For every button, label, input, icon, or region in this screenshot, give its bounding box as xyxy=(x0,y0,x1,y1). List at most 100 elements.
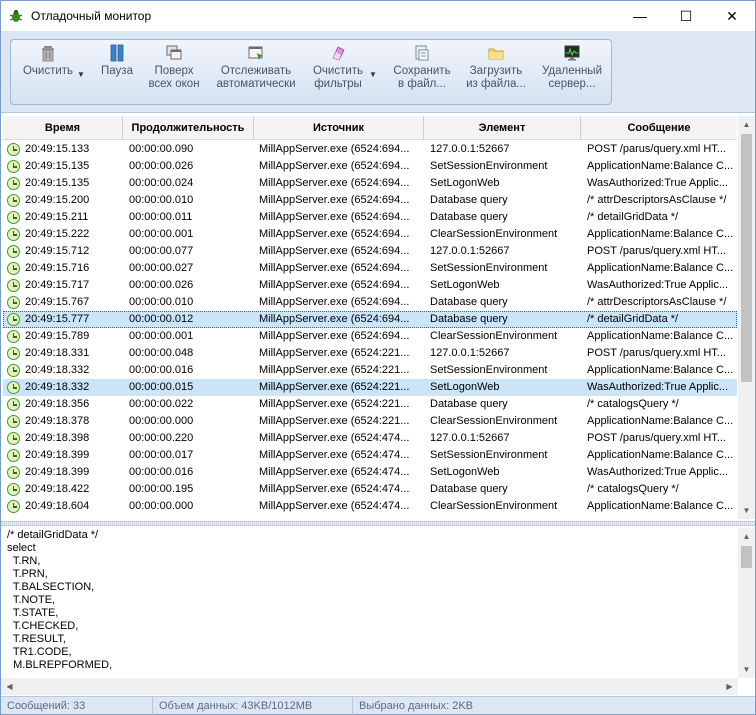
cell-element: 127.0.0.1:52667 xyxy=(430,143,510,155)
table-row[interactable]: 20:49:15.716 00:00:00.027 MillAppServer.ex… xyxy=(3,260,737,277)
detail-horizontal-scrollbar[interactable]: ◀ ▶ xyxy=(1,678,738,695)
scroll-up-arrow-icon[interactable]: ▲ xyxy=(738,116,755,133)
remote-server-button[interactable]: Удаленный сервер... xyxy=(537,44,607,100)
table-row[interactable]: 20:49:15.133 00:00:00.090 MillAppServer.ex… xyxy=(3,141,737,158)
cell-time: 20:49:15.211 xyxy=(25,211,89,223)
table-row[interactable]: 20:49:15.135 00:00:00.024 MillAppServer.ex… xyxy=(3,175,737,192)
message-detail-text[interactable]: /* detailGridData */ select T.RN, T.PRN,… xyxy=(7,529,733,677)
cell-element: SetLogonWeb xyxy=(430,177,500,189)
grid-scroll-thumb[interactable] xyxy=(741,134,752,382)
cell-duration: 00:00:00.012 xyxy=(129,313,194,325)
cell-message: ApplicationName:Balance C... xyxy=(587,500,734,512)
cell-duration: 00:00:00.026 xyxy=(129,279,194,291)
cell-time: 20:49:18.332 xyxy=(25,364,90,376)
grid-header: Время Продолжительность Источник Элемент… xyxy=(3,116,737,140)
trash-icon xyxy=(42,46,54,62)
table-row[interactable]: 20:49:15.789 00:00:00.001 MillAppServer.ex… xyxy=(3,328,737,345)
detail-vertical-scrollbar[interactable]: ▲ ▼ xyxy=(738,528,755,678)
column-header-duration[interactable]: Продолжительность xyxy=(123,116,254,140)
cell-message: WasAuthorized:True Applic... xyxy=(587,177,729,189)
remote-line2: сервер... xyxy=(548,78,596,90)
cell-duration: 00:00:00.001 xyxy=(129,228,194,240)
cell-source: MillAppServer.exe (6524:474... xyxy=(259,449,410,461)
topmost-button[interactable]: Поверх всех окон xyxy=(143,44,205,100)
cell-source: MillAppServer.exe (6524:694... xyxy=(259,279,410,291)
table-row[interactable]: 20:49:15.222 00:00:00.001 MillAppServer.ex… xyxy=(3,226,737,243)
topmost-line2: всех окон xyxy=(148,78,200,90)
clear-button[interactable]: Очистить xyxy=(17,44,79,100)
eraser-icon xyxy=(332,46,345,61)
table-row[interactable]: 20:49:15.712 00:00:00.077 MillAppServer.ex… xyxy=(3,243,737,260)
cell-message: /* catalogsQuery */ xyxy=(587,398,679,410)
table-row[interactable]: 20:49:15.717 00:00:00.026 MillAppServer.ex… xyxy=(3,277,737,294)
clear-dropdown-arrow-icon[interactable]: ▼ xyxy=(77,70,85,79)
cell-time: 20:49:15.222 xyxy=(25,228,90,240)
table-row[interactable]: 20:49:18.378 00:00:00.000 MillAppServer.ex… xyxy=(3,413,737,430)
cell-element: Database query xyxy=(430,296,508,308)
close-button[interactable]: ✕ xyxy=(709,1,755,31)
table-row[interactable]: 20:49:15.135 00:00:00.026 MillAppServer.ex… xyxy=(3,158,737,175)
table-row[interactable]: 20:49:18.332 00:00:00.016 MillAppServer.ex… xyxy=(3,362,737,379)
clear-filters-button[interactable]: Очистить фильтры xyxy=(307,44,369,100)
autotrack-button[interactable]: Отслеживать автоматически xyxy=(211,44,301,100)
column-header-element[interactable]: Элемент xyxy=(424,116,581,140)
cell-message: POST /parus/query.xml HT... xyxy=(587,245,726,257)
cell-source: MillAppServer.exe (6524:694... xyxy=(259,245,410,257)
table-row[interactable]: 20:49:18.356 00:00:00.022 MillAppServer.ex… xyxy=(3,396,737,413)
column-header-source[interactable]: Источник xyxy=(254,116,424,140)
detail-scroll-down-arrow-icon[interactable]: ▼ xyxy=(738,661,755,678)
table-row[interactable]: 20:49:15.767 00:00:00.010 MillAppServer.ex… xyxy=(3,294,737,311)
cell-duration: 00:00:00.010 xyxy=(129,194,194,206)
table-row[interactable]: 20:49:15.200 00:00:00.010 MillAppServer.ex… xyxy=(3,192,737,209)
cell-time: 20:49:18.331 xyxy=(25,347,90,359)
autotrack-line1: Отслеживать xyxy=(220,65,292,77)
window-title: Отладочный монитор xyxy=(31,9,152,23)
folder-icon xyxy=(488,48,504,60)
minimize-button[interactable]: — xyxy=(617,1,663,31)
table-row[interactable]: 20:49:15.211 00:00:00.011 MillAppServer.ex… xyxy=(3,209,737,226)
cell-time: 20:49:15.767 xyxy=(25,296,90,308)
cell-time: 20:49:15.135 xyxy=(25,177,90,189)
table-row[interactable]: 20:49:18.604 00:00:00.000 MillAppServer.ex… xyxy=(3,498,737,515)
clear-filters-line1: Очистить xyxy=(312,65,364,77)
scroll-down-arrow-icon[interactable]: ▼ xyxy=(738,502,755,519)
cell-duration: 00:00:00.195 xyxy=(129,483,194,495)
cell-duration: 00:00:00.000 xyxy=(129,500,194,512)
detail-scroll-left-arrow-icon[interactable]: ◀ xyxy=(1,678,18,695)
detail-scroll-right-arrow-icon[interactable]: ▶ xyxy=(721,678,738,695)
cell-message: /* catalogsQuery */ xyxy=(587,483,679,495)
pause-button[interactable]: Пауза xyxy=(97,44,137,100)
cell-element: SetLogonWeb xyxy=(430,466,500,478)
detail-scroll-up-arrow-icon[interactable]: ▲ xyxy=(738,528,755,545)
remote-line1: Удаленный xyxy=(541,65,602,77)
cell-element: SetSessionEnvironment xyxy=(430,262,548,274)
cell-duration: 00:00:00.016 xyxy=(129,364,194,376)
column-header-time[interactable]: Время xyxy=(3,116,123,140)
grid-vertical-scrollbar[interactable]: ▲ ▼ xyxy=(738,116,755,519)
cell-time: 20:49:15.717 xyxy=(25,279,90,291)
load-from-file-button[interactable]: Загрузить из файла... xyxy=(463,44,529,100)
detail-scroll-thumb[interactable] xyxy=(741,546,752,568)
cell-message: /* attrDescriptorsAsClause */ xyxy=(587,194,727,206)
table-row[interactable]: 20:49:18.331 00:00:00.048 MillAppServer.ex… xyxy=(3,345,737,362)
cell-duration: 00:00:00.024 xyxy=(129,177,194,189)
cell-time: 20:49:15.135 xyxy=(25,160,90,172)
table-row[interactable]: 20:49:18.398 00:00:00.220 MillAppServer.ex… xyxy=(3,430,737,447)
close-icon: ✕ xyxy=(726,7,738,24)
title-bar[interactable]: Отладочный монитор — ☐ ✕ xyxy=(1,1,755,31)
table-row[interactable]: 20:49:18.399 00:00:00.016 MillAppServer.ex… xyxy=(3,464,737,481)
column-header-message[interactable]: Сообщение xyxy=(581,116,737,140)
clear-filters-dropdown-arrow-icon[interactable]: ▼ xyxy=(369,70,377,79)
cell-message: ApplicationName:Balance C... xyxy=(587,228,734,240)
table-row[interactable]: 20:49:18.399 00:00:00.017 MillAppServer.ex… xyxy=(3,447,737,464)
cell-element: ClearSessionEnvironment xyxy=(430,415,558,427)
table-row[interactable]: 20:49:18.332 00:00:00.015 MillAppServer.ex… xyxy=(3,379,737,396)
maximize-button[interactable]: ☐ xyxy=(663,1,709,31)
cell-time: 20:49:18.399 xyxy=(25,466,90,478)
cell-source: MillAppServer.exe (6524:694... xyxy=(259,313,410,325)
cell-source: MillAppServer.exe (6524:474... xyxy=(259,466,410,478)
table-row[interactable]: 20:49:18.422 00:00:00.195 MillAppServer.ex… xyxy=(3,481,737,498)
table-row[interactable]: 20:49:15.777 00:00:00.012 MillAppServer.ex… xyxy=(3,311,737,328)
cell-time: 20:49:18.378 xyxy=(25,415,90,427)
save-to-file-button[interactable]: Сохранить в файл... xyxy=(389,44,455,100)
